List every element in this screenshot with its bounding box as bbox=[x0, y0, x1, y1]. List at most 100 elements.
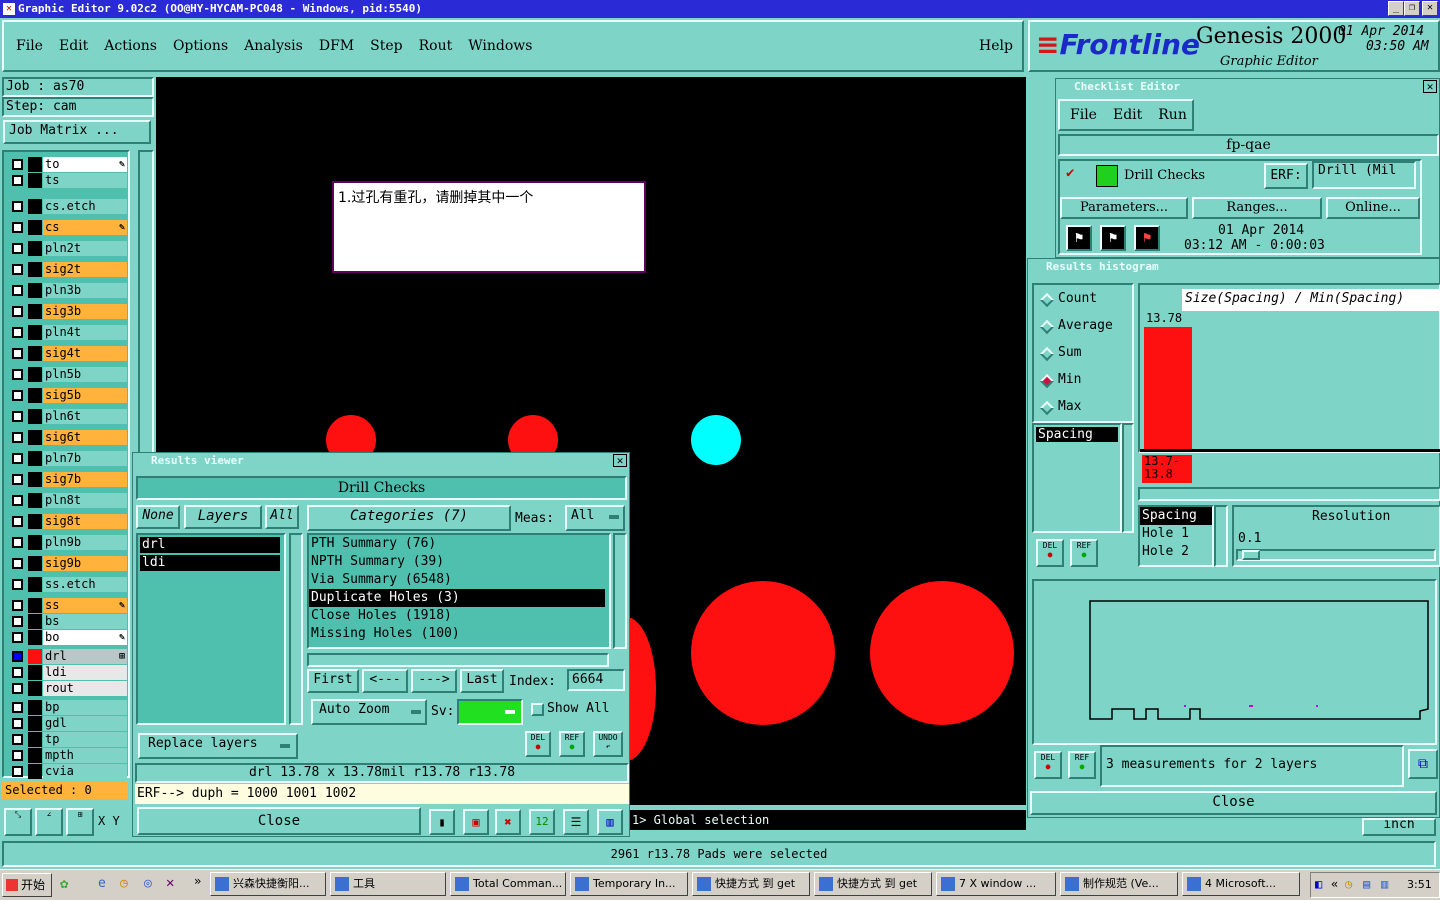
tray-icon[interactable]: ◧ bbox=[1315, 877, 1322, 891]
layer-color-swatch[interactable] bbox=[28, 598, 42, 613]
taskbar-item[interactable]: Total Comman... bbox=[450, 872, 566, 896]
layer-color-swatch[interactable] bbox=[28, 157, 42, 172]
layer-row-ts[interactable]: ts bbox=[10, 172, 128, 189]
highlighted-drill-hole[interactable] bbox=[691, 415, 741, 465]
menu-edit[interactable]: Edit bbox=[59, 38, 88, 54]
layers-button[interactable]: Layers bbox=[184, 505, 262, 529]
auto-zoom-dropdown[interactable]: Auto Zoom bbox=[311, 699, 427, 725]
result-layer-item[interactable]: ldi bbox=[140, 555, 280, 571]
next-button[interactable]: ---> bbox=[411, 669, 457, 693]
menu-rout[interactable]: Rout bbox=[419, 38, 453, 54]
taskbar-item[interactable]: 7 X window ... bbox=[936, 872, 1056, 896]
layer-checkbox[interactable] bbox=[12, 159, 23, 170]
run-check-icon[interactable]: ⚑ bbox=[1066, 225, 1092, 251]
layer-row-pln9b[interactable]: pln9b bbox=[10, 534, 128, 551]
histogram-close-button[interactable]: Close bbox=[1030, 791, 1437, 815]
table-scrollbar[interactable] bbox=[1214, 505, 1228, 567]
mode-radio-average[interactable] bbox=[1039, 319, 1055, 335]
layer-color-swatch[interactable] bbox=[28, 764, 42, 779]
layer-checkbox[interactable] bbox=[12, 537, 23, 548]
layer-checkbox[interactable] bbox=[12, 766, 23, 777]
overflow-chevron-icon[interactable]: » bbox=[194, 874, 201, 888]
highlight-icon[interactable]: ▮ bbox=[429, 809, 455, 835]
histogram-icon[interactable]: ▥ bbox=[597, 809, 623, 835]
del-button[interactable]: DEL ● bbox=[525, 731, 551, 757]
checklist-menu-run[interactable]: Run bbox=[1158, 107, 1187, 123]
report-icon[interactable]: ☰ bbox=[563, 809, 589, 835]
checklist-menu-file[interactable]: File bbox=[1070, 107, 1097, 123]
start-button[interactable]: 开始 bbox=[2, 873, 52, 897]
parameters-button[interactable]: Parameters... bbox=[1060, 197, 1188, 219]
layer-checkbox[interactable] bbox=[12, 411, 23, 422]
layer-row-pln6t[interactable]: pln6t bbox=[10, 408, 128, 425]
layer-color-swatch[interactable] bbox=[28, 367, 42, 382]
layer-color-swatch[interactable] bbox=[28, 388, 42, 403]
results-close-button[interactable]: Close bbox=[137, 807, 421, 835]
layer-checkbox[interactable] bbox=[12, 632, 23, 643]
online-button[interactable]: Online... bbox=[1326, 197, 1420, 219]
layer-row-bs[interactable]: bs bbox=[10, 613, 128, 630]
layer-row-mpth[interactable]: mpth bbox=[10, 747, 128, 764]
menu-step[interactable]: Step bbox=[370, 38, 402, 54]
layer-checkbox[interactable] bbox=[12, 616, 23, 627]
snap-grid-icon[interactable]: ⊞ bbox=[66, 808, 94, 836]
layer-color-swatch[interactable] bbox=[28, 409, 42, 424]
layer-row-ldi[interactable]: ldi bbox=[10, 664, 128, 681]
none-button[interactable]: None bbox=[136, 505, 180, 529]
field-item-spacing[interactable]: Spacing bbox=[1036, 427, 1118, 442]
table-row[interactable]: Spacing bbox=[1140, 507, 1212, 525]
layer-color-swatch[interactable] bbox=[28, 665, 42, 680]
job-matrix-button[interactable]: Job Matrix ... bbox=[3, 120, 151, 144]
layer-checkbox[interactable] bbox=[12, 651, 23, 662]
layer-row-pln7b[interactable]: pln7b bbox=[10, 450, 128, 467]
layer-color-swatch[interactable] bbox=[28, 430, 42, 445]
menu-actions[interactable]: Actions bbox=[104, 38, 157, 54]
mode-radio-sum[interactable] bbox=[1039, 346, 1055, 362]
category-item[interactable]: PTH Summary (76) bbox=[309, 535, 605, 553]
run-all-icon[interactable]: ⚑ bbox=[1100, 225, 1126, 251]
layer-row-pln4t[interactable]: pln4t bbox=[10, 324, 128, 341]
layer-row-sig7b[interactable]: sig7b bbox=[10, 471, 128, 488]
histogram-hscrollbar[interactable] bbox=[1138, 487, 1440, 501]
layer-checkbox[interactable] bbox=[12, 579, 23, 590]
table-row[interactable]: Hole 1 bbox=[1140, 525, 1212, 543]
mode-radio-count[interactable] bbox=[1039, 292, 1055, 308]
layer-row-bo[interactable]: bo ✎ ✎ bbox=[10, 629, 128, 646]
layer-color-swatch[interactable] bbox=[28, 514, 42, 529]
mode-radio-max[interactable] bbox=[1039, 400, 1055, 416]
category-item[interactable]: NPTH Summary (39) bbox=[309, 553, 605, 571]
taskbar-item[interactable]: 快捷方式 到 get bbox=[814, 872, 932, 896]
sv-color-dropdown[interactable] bbox=[457, 699, 523, 725]
layer-color-swatch[interactable] bbox=[28, 614, 42, 629]
layer-checkbox[interactable] bbox=[12, 306, 23, 317]
prev-button[interactable]: <--- bbox=[362, 669, 408, 693]
layer-row-sig4t[interactable]: sig4t bbox=[10, 345, 128, 362]
category-scrollbar[interactable] bbox=[613, 533, 627, 649]
layer-row-pln8t[interactable]: pln8t bbox=[10, 492, 128, 509]
layer-row-ss[interactable]: ss ✎ ✎ bbox=[10, 597, 128, 614]
categories-button[interactable]: Categories (7) bbox=[307, 505, 511, 531]
del-button[interactable]: DEL ● bbox=[1036, 539, 1064, 567]
layer-checkbox[interactable] bbox=[12, 667, 23, 678]
layer-color-swatch[interactable] bbox=[28, 577, 42, 592]
layer-checkbox[interactable] bbox=[12, 516, 23, 527]
layer-color-swatch[interactable] bbox=[28, 700, 42, 715]
check-mark-icon[interactable]: ✔ bbox=[1066, 165, 1074, 181]
del-button[interactable]: DEL ● bbox=[1034, 751, 1062, 779]
show-all-checkbox[interactable] bbox=[531, 703, 544, 716]
layer-color-swatch[interactable] bbox=[28, 241, 42, 256]
layer-color-swatch[interactable] bbox=[28, 535, 42, 550]
ranges-button[interactable]: Ranges... bbox=[1192, 197, 1322, 219]
layer-checkbox[interactable] bbox=[12, 558, 23, 569]
number-icon[interactable]: 12 bbox=[529, 809, 555, 835]
layer-checkbox[interactable] bbox=[12, 734, 23, 745]
layer-color-swatch[interactable] bbox=[28, 304, 42, 319]
close-window-button[interactable]: ✕ bbox=[1422, 1, 1438, 16]
layer-checkbox[interactable] bbox=[12, 702, 23, 713]
undo-button[interactable]: UNDO ↶ bbox=[593, 731, 623, 757]
layer-color-swatch[interactable] bbox=[28, 732, 42, 747]
layer-color-swatch[interactable] bbox=[28, 283, 42, 298]
resolution-slider[interactable] bbox=[1236, 549, 1436, 561]
tray-icon[interactable]: ◷ bbox=[1345, 877, 1352, 891]
layer-row-sig3b[interactable]: sig3b bbox=[10, 303, 128, 320]
